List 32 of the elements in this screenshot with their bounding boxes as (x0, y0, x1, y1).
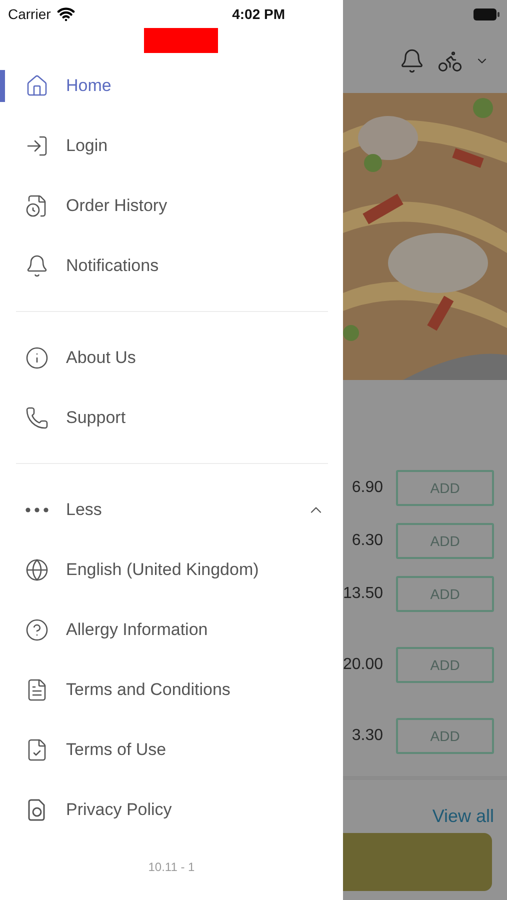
menu-item[interactable]: Order History (0, 176, 343, 236)
more-icon (25, 507, 49, 513)
phone-icon (25, 406, 49, 430)
less-toggle[interactable]: Less (0, 480, 343, 540)
menu-item[interactable]: Terms and Conditions (0, 660, 343, 720)
menu-item[interactable]: About Us (0, 328, 343, 388)
home-icon (25, 74, 49, 98)
menu-item[interactable]: Home (0, 56, 343, 116)
menu-item[interactable]: Allergy Information (0, 600, 343, 660)
carrier-label: Carrier (8, 6, 51, 22)
price-label: 6.90 (352, 479, 384, 497)
menu-item[interactable]: Terms of Use (0, 720, 343, 780)
login-icon (25, 134, 49, 158)
help-icon (25, 618, 49, 642)
menu-item[interactable]: Login (0, 116, 343, 176)
battery-icon (473, 8, 500, 20)
bell-icon[interactable] (399, 48, 426, 74)
info-icon (25, 346, 49, 370)
menu-item[interactable]: Notifications (0, 236, 343, 296)
bell-icon (25, 254, 49, 278)
selection-indicator (0, 70, 5, 102)
menu-item[interactable]: Privacy Policy (0, 780, 343, 840)
price-label: 20.00 (343, 656, 384, 674)
globe-icon (25, 558, 49, 582)
price-label: 13.50 (343, 585, 384, 603)
menu-item[interactable]: Support (0, 388, 343, 448)
price-label: 6.30 (352, 532, 384, 550)
wifi-icon (56, 5, 75, 23)
status-time: 4:02 PM (232, 6, 285, 22)
price-label: 3.30 (352, 727, 384, 745)
version-label: 10.11 - 1 (148, 860, 195, 874)
menu-item[interactable]: English (United Kingdom) (0, 540, 343, 600)
